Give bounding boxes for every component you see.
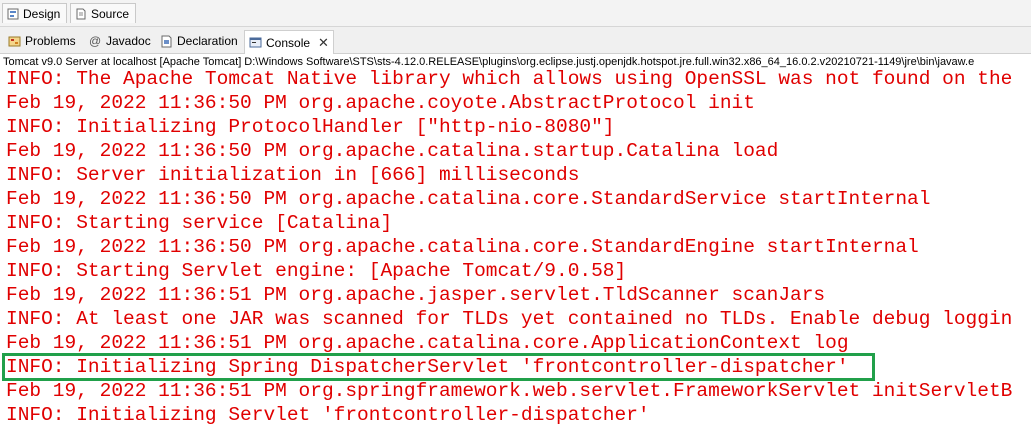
- console-line: Feb 19, 2022 11:36:50 PM org.apache.cata…: [6, 140, 779, 162]
- console-line: Feb 19, 2022 11:36:50 PM org.apache.coyo…: [6, 92, 755, 114]
- tab-design[interactable]: Design: [2, 3, 68, 23]
- console-line: INFO: Starting Servlet engine: [Apache T…: [6, 260, 627, 282]
- tab-problems[interactable]: Problems: [4, 31, 80, 51]
- problems-icon: [8, 35, 21, 48]
- console-line: Feb 19, 2022 11:36:51 PM org.springframe…: [6, 380, 1013, 402]
- console-line: INFO: Server initialization in [666] mil…: [6, 164, 580, 186]
- source-icon: [75, 8, 87, 20]
- tab-declaration-label: Declaration: [177, 34, 238, 48]
- console-line: Feb 19, 2022 11:36:50 PM org.apache.cata…: [6, 188, 931, 210]
- tab-declaration[interactable]: Declaration: [156, 31, 242, 51]
- tab-javadoc-label: Javadoc: [106, 34, 151, 48]
- declaration-icon: [160, 35, 173, 48]
- console-line: INFO: At least one JAR was scanned for T…: [6, 308, 1013, 330]
- tab-console-label: Console: [266, 35, 311, 50]
- design-icon: [7, 8, 19, 20]
- tab-source-label: Source: [91, 6, 130, 21]
- tab-design-label: Design: [23, 6, 61, 21]
- console-line: INFO: Initializing Servlet 'frontcontrol…: [6, 404, 650, 426]
- console-line: INFO: Starting service [Catalina]: [6, 212, 393, 234]
- close-icon[interactable]: ✕: [318, 35, 329, 51]
- console-line: INFO: The Apache Tomcat Native library w…: [6, 70, 1013, 90]
- console-process-label: Tomcat v9.0 Server at localhost [Apache …: [0, 54, 1031, 70]
- editor-subtab-bar: Design Source: [0, 0, 1031, 27]
- console-line: Feb 19, 2022 11:36:51 PM org.apache.jasp…: [6, 284, 826, 306]
- console-line: INFO: Initializing ProtocolHandler ["htt…: [6, 116, 615, 138]
- console-line: Feb 19, 2022 11:36:51 PM org.apache.cata…: [6, 332, 849, 354]
- view-tab-bar: Problems @ Javadoc Declaration Console ✕: [0, 27, 1031, 54]
- tab-source[interactable]: Source: [70, 3, 137, 23]
- tab-javadoc[interactable]: @ Javadoc: [85, 31, 155, 51]
- highlight-box: [2, 353, 875, 381]
- javadoc-icon: @: [89, 33, 102, 48]
- tab-console[interactable]: Console ✕: [244, 30, 334, 54]
- console-output[interactable]: INFO: The Apache Tomcat Native library w…: [0, 70, 1031, 429]
- tab-problems-label: Problems: [25, 34, 76, 48]
- console-icon: [249, 36, 262, 49]
- console-line: Feb 19, 2022 11:36:50 PM org.apache.cata…: [6, 236, 919, 258]
